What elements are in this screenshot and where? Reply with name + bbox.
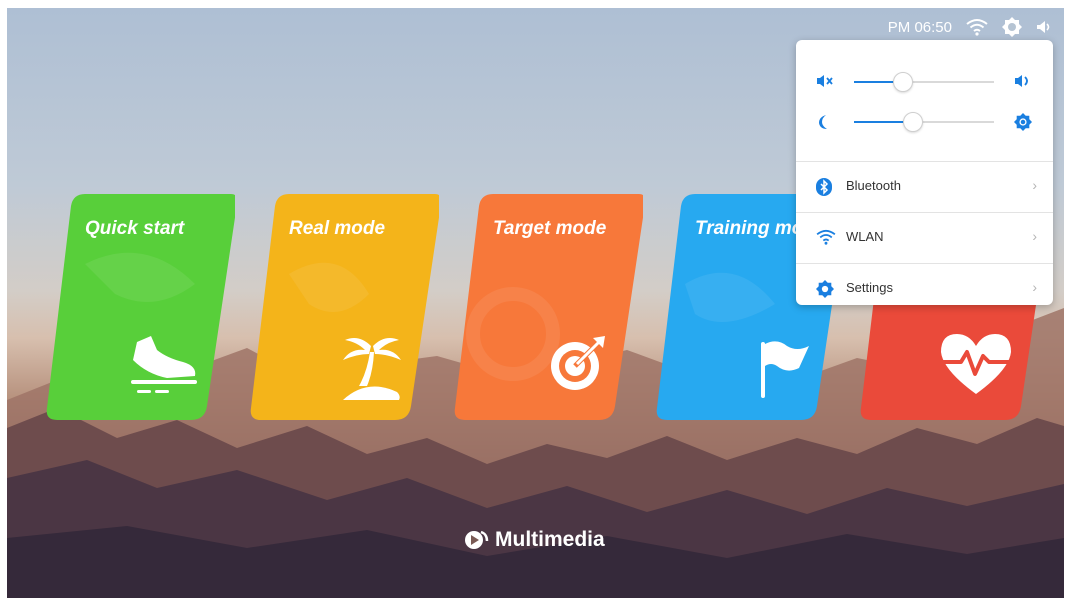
volume-knob[interactable]: [893, 72, 913, 92]
target-icon: [551, 336, 605, 390]
multimedia-label: Multimedia: [495, 528, 605, 551]
card-target-mode[interactable]: Target mode: [453, 194, 643, 420]
settings-row[interactable]: Settings ›: [796, 264, 1053, 314]
mute-icon[interactable]: [816, 73, 834, 89]
brightness-icon[interactable]: [1002, 17, 1022, 37]
card-real-mode[interactable]: Real mode: [249, 194, 439, 420]
settings-label: Settings: [846, 280, 893, 295]
card-title: Target mode: [493, 218, 607, 239]
home-screen: PM 06:50 Quick start Real mode Target mo…: [7, 8, 1064, 598]
brightness-slider[interactable]: [816, 110, 1032, 134]
volume-up-icon[interactable]: [1014, 73, 1032, 89]
multimedia-button[interactable]: Multimedia: [463, 528, 605, 552]
gear-icon: [816, 280, 834, 298]
sun-icon[interactable]: [1014, 113, 1032, 131]
brightness-knob[interactable]: [902, 112, 923, 132]
bluetooth-label: Bluetooth: [846, 178, 901, 193]
volume-slider[interactable]: [816, 70, 1032, 94]
volume-icon[interactable]: [1036, 19, 1052, 35]
wlan-row[interactable]: WLAN ›: [796, 213, 1053, 263]
heart-pulse-icon: [941, 334, 1011, 394]
multimedia-icon: [465, 530, 489, 549]
moon-icon[interactable]: [816, 113, 834, 131]
card-title: Training mo: [695, 218, 804, 239]
flag-icon: [761, 341, 809, 398]
chevron-right-icon: ›: [1032, 228, 1037, 244]
palm-island-icon: [343, 338, 401, 400]
bluetooth-row[interactable]: Bluetooth ›: [796, 162, 1053, 212]
clock: PM 06:50: [887, 18, 952, 36]
sneaker-icon: [131, 336, 197, 393]
wifi-icon[interactable]: [966, 18, 988, 36]
chevron-right-icon: ›: [1032, 177, 1037, 193]
card-title: Quick start: [85, 218, 185, 239]
chevron-right-icon: ›: [1032, 279, 1037, 295]
wlan-label: WLAN: [846, 229, 884, 244]
card-title: Real mode: [289, 218, 386, 239]
card-quick-start[interactable]: Quick start: [45, 194, 235, 420]
bluetooth-icon: [816, 178, 832, 196]
quick-settings-panel: Bluetooth › WLAN › Settings ›: [796, 40, 1053, 305]
status-bar: PM 06:50: [888, 14, 1052, 40]
wifi-icon: [816, 229, 836, 245]
